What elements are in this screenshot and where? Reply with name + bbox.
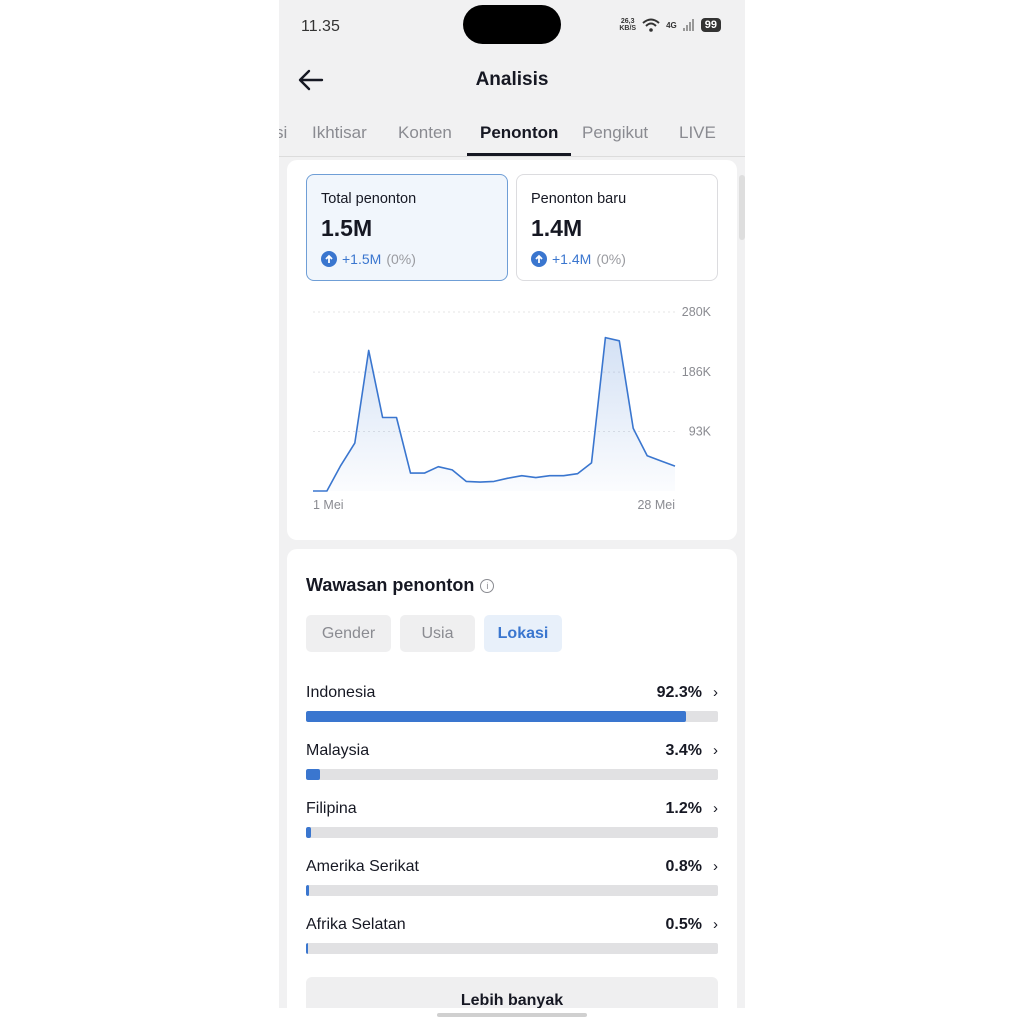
info-icon[interactable]: i [480, 578, 495, 593]
filter-age[interactable]: Usia [400, 615, 475, 652]
viewers-chart: 280K 186K 93K 1 Mei 28 Mei [313, 305, 712, 512]
metric-value: 1.4M [531, 215, 583, 241]
location-bar-fill [306, 827, 311, 838]
location-bar-track [306, 827, 718, 838]
location-percent: 3.4% [665, 742, 702, 759]
metric-card-total-viewers[interactable]: Total penonton 1.5M +1.5M (0%) [306, 174, 508, 281]
y-tick-label: 280K [682, 305, 712, 319]
tab-bar: si Ikhtisar Konten Penonton Pengikut LIV… [279, 112, 745, 157]
tab-pengikut[interactable]: Pengikut [582, 123, 648, 143]
tab-penonton[interactable]: Penonton [480, 123, 558, 143]
location-bar-fill [306, 711, 687, 722]
network-speed: 26,3 KB/S [619, 18, 636, 32]
tab-live[interactable]: LIVE [679, 123, 716, 143]
scrollbar[interactable] [739, 175, 745, 240]
metric-delta: +1.5M (0%) [321, 251, 416, 267]
chevron-right-icon: › [713, 916, 718, 933]
status-icons: 26,3 KB/S 4G 99 [619, 18, 721, 32]
y-tick-label: 186K [682, 365, 712, 379]
tab-partial[interactable]: si [279, 123, 287, 143]
phone-screen: 11.35 26,3 KB/S 4G 99 Analisis si Ikhtis… [279, 0, 745, 1008]
location-bar-fill [306, 943, 309, 954]
filter-gender[interactable]: Gender [306, 615, 391, 652]
network-speed-unit: KB/S [619, 25, 637, 32]
y-tick-label: 93K [689, 425, 712, 439]
chevron-right-icon: › [713, 858, 718, 875]
home-indicator[interactable] [437, 1013, 587, 1017]
location-row[interactable]: Malaysia 3.4% › [306, 742, 718, 790]
metric-delta-percent: (0%) [596, 251, 626, 267]
insights-title: Wawasan penonton [306, 575, 475, 595]
chevron-right-icon: › [713, 684, 718, 701]
more-button[interactable]: Lebih banyak [306, 977, 718, 1008]
tab-ikhtisar[interactable]: Ikhtisar [312, 123, 367, 143]
metric-delta-value: +1.4M [552, 251, 592, 267]
location-name: Indonesia [306, 684, 376, 701]
location-name: Afrika Selatan [306, 916, 406, 933]
location-percent: 0.5% [665, 916, 702, 933]
arrow-up-icon [531, 251, 547, 267]
arrow-up-icon [321, 251, 337, 267]
location-name: Malaysia [306, 742, 370, 759]
chevron-right-icon: › [713, 742, 718, 759]
wifi-icon [642, 18, 660, 32]
network-speed-value: 26,3 [620, 18, 635, 25]
metric-delta-percent: (0%) [386, 251, 416, 267]
signal-bars-icon [682, 19, 694, 31]
location-row[interactable]: Filipina 1.2% › [306, 800, 718, 848]
status-time: 11.35 [301, 18, 340, 35]
metric-value: 1.5M [321, 215, 373, 241]
location-percent: 0.8% [665, 858, 702, 875]
location-bar-fill [306, 885, 310, 896]
insights-title-row: Wawasan penonton i [306, 575, 495, 596]
location-row[interactable]: Afrika Selatan 0.5% › [306, 916, 718, 964]
location-percent: 92.3% [656, 684, 702, 701]
location-row[interactable]: Indonesia 92.3% › [306, 684, 718, 732]
location-bar-track [306, 769, 718, 780]
metric-delta-value: +1.5M [342, 251, 382, 267]
tab-konten[interactable]: Konten [398, 123, 452, 143]
camera-notch [463, 5, 561, 44]
location-bar-track [306, 711, 718, 722]
signal-label: 4G [666, 20, 677, 30]
metric-card-new-viewers[interactable]: Penonton baru 1.4M +1.4M (0%) [516, 174, 718, 281]
active-tab-indicator [467, 153, 571, 156]
x-tick-label-start: 1 Mei [313, 498, 344, 512]
x-tick-label-end: 28 Mei [637, 498, 675, 512]
location-name: Filipina [306, 800, 357, 817]
metric-label: Penonton baru [531, 191, 627, 207]
metric-label: Total penonton [321, 191, 417, 207]
chevron-right-icon: › [713, 800, 718, 817]
location-row[interactable]: Amerika Serikat 0.8% › [306, 858, 718, 906]
battery-icon: 99 [700, 18, 721, 32]
location-bar-track [306, 943, 718, 954]
filter-location[interactable]: Lokasi [484, 615, 562, 652]
location-name: Amerika Serikat [306, 858, 419, 875]
location-bar-fill [306, 769, 320, 780]
metric-delta: +1.4M (0%) [531, 251, 626, 267]
page-title: Analisis [475, 69, 549, 90]
location-bar-track [306, 885, 718, 896]
location-percent: 1.2% [665, 800, 702, 817]
